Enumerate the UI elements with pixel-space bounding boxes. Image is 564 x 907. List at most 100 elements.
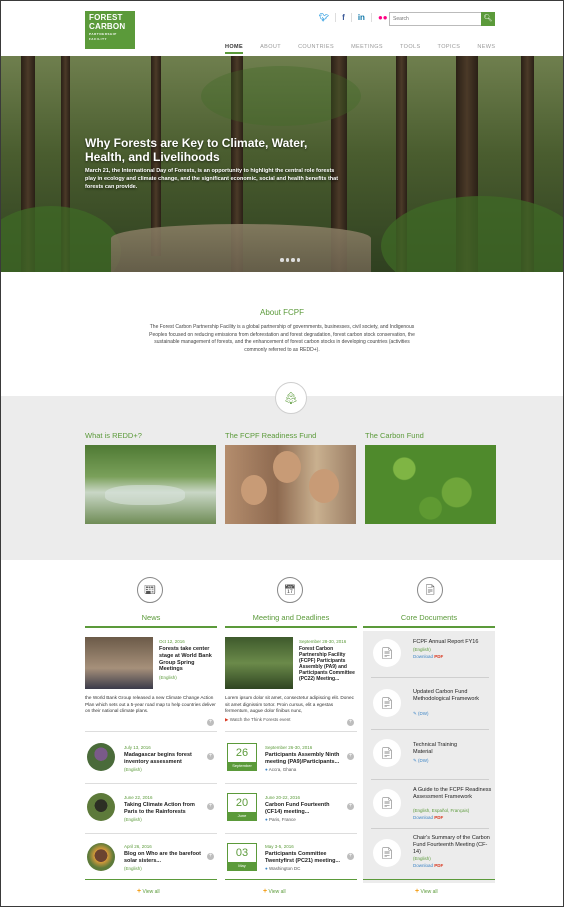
news-view-all[interactable]: + View all xyxy=(137,888,160,895)
news-lang[interactable]: (English) xyxy=(124,767,142,772)
carousel-dot[interactable] xyxy=(296,258,300,262)
fcpf-logo[interactable]: FOREST CARBON PARTNERSHIP FACILITY xyxy=(85,11,135,49)
carousel-dot[interactable] xyxy=(285,258,289,262)
nav-countries[interactable]: COUNTRIES xyxy=(298,44,334,54)
doc-lang[interactable]: (English) xyxy=(413,856,431,861)
card-title-readiness-fund[interactable]: The FCPF Readiness Fund xyxy=(225,431,316,440)
readiness-fund-image[interactable] xyxy=(225,445,356,524)
hero-banner[interactable]: Why Forests are Key to Climate, Water, H… xyxy=(1,56,563,272)
news-lang[interactable]: (English) xyxy=(124,866,142,871)
news-thumb[interactable] xyxy=(87,793,115,821)
doc-download[interactable]: ✎ (DW) xyxy=(413,711,429,717)
divider xyxy=(85,731,217,732)
video-link-label: Watch the Think Forests event xyxy=(229,717,291,722)
news-heading: News xyxy=(85,613,217,628)
trees-icon: 🌲︎ xyxy=(275,382,307,414)
nav-about[interactable]: ABOUT xyxy=(260,44,281,54)
news-date: July 13, 2016 xyxy=(124,745,151,750)
expand-icon[interactable]: + xyxy=(347,719,354,726)
document-icon: 📄︎ xyxy=(417,577,443,603)
foliage xyxy=(381,196,563,272)
card-title-redd[interactable]: What is REDD+? xyxy=(85,431,142,440)
news-feature-image[interactable] xyxy=(85,637,153,689)
location-icon: ● xyxy=(265,767,268,772)
docs-view-all-label: View all xyxy=(420,889,438,895)
expand-icon[interactable]: + xyxy=(207,753,214,760)
doc-lang[interactable]: (English, Español, Français) xyxy=(413,808,469,813)
document-icon: 📄︎ xyxy=(373,839,401,867)
about-text: The Forest Carbon Partnership Facility i… xyxy=(149,324,415,353)
meeting-title[interactable]: Carbon Fund Fourteenth (CF14) meeting... xyxy=(265,802,345,816)
logo-text-carbon: CARBON xyxy=(89,21,126,31)
child-face xyxy=(273,451,301,483)
divider xyxy=(225,833,357,834)
carousel-dot[interactable] xyxy=(291,258,295,262)
child-face xyxy=(309,469,339,503)
doc-lang[interactable]: (English) xyxy=(413,647,431,652)
pencil-icon: ✎ xyxy=(413,758,417,763)
carousel-dot[interactable] xyxy=(280,258,284,262)
video-link[interactable]: ▶ Watch the Think Forests event xyxy=(225,717,291,723)
social-links: 🐦︎ f in ●● xyxy=(313,13,394,22)
carbon-fund-image[interactable] xyxy=(365,445,496,524)
nav-home[interactable]: HOME xyxy=(225,44,244,54)
expand-icon[interactable]: + xyxy=(207,803,214,810)
nav-topics[interactable]: TOPICS xyxy=(438,44,461,54)
meeting-day: 03 xyxy=(235,847,249,859)
meeting-title[interactable]: Participants Committee Twentyfirst (PC21… xyxy=(265,851,345,865)
divider xyxy=(371,779,489,780)
doc-title[interactable]: Updated Carbon Fund Methodological Frame… xyxy=(413,689,491,703)
search-input[interactable] xyxy=(390,13,482,25)
divider xyxy=(371,677,489,678)
news-thumb[interactable] xyxy=(87,743,115,771)
news-lang[interactable]: (English) xyxy=(124,817,142,822)
doc-download[interactable]: Download PDF xyxy=(413,815,443,820)
news-feature-lang[interactable]: (English) xyxy=(159,675,177,680)
meeting-feature-image[interactable] xyxy=(225,637,293,689)
expand-icon[interactable]: + xyxy=(347,853,354,860)
doc-title[interactable]: A Guide to the FCPF Readiness Assessment… xyxy=(413,787,493,801)
nav-news[interactable]: NEWS xyxy=(477,44,495,54)
divider xyxy=(371,828,489,829)
expand-icon[interactable]: + xyxy=(347,803,354,810)
news-thumb[interactable] xyxy=(87,843,115,871)
expand-icon[interactable]: + xyxy=(207,719,214,726)
twitter-icon[interactable]: 🐦︎ xyxy=(313,13,337,22)
doc-download[interactable]: Download PDF xyxy=(413,654,443,659)
news-feature-title[interactable]: Forests take center stage at World Bank … xyxy=(159,646,219,673)
plus-icon: + xyxy=(263,888,268,895)
doc-title[interactable]: FCPF Annual Report FY16 xyxy=(413,639,493,646)
expand-icon[interactable]: + xyxy=(347,753,354,760)
meeting-date: May 3-5, 2016 xyxy=(265,844,294,849)
doc-title[interactable]: Chair's Summary of the Carbon Fund Fourt… xyxy=(413,835,493,855)
facebook-icon[interactable]: f xyxy=(336,13,352,22)
site-header: FOREST CARBON PARTNERSHIP FACILITY 🐦︎ f … xyxy=(1,1,563,56)
doc-title[interactable]: Technical Training Material xyxy=(413,742,473,756)
logo-text-partnership: PARTNERSHIP xyxy=(89,32,117,36)
nav-meetings[interactable]: MEETINGS xyxy=(351,44,383,54)
meetings-view-all-label: View all xyxy=(268,889,286,895)
about-title: About FCPF xyxy=(259,308,304,317)
meetings-view-all[interactable]: + View all xyxy=(263,888,286,895)
redd-image[interactable] xyxy=(85,445,216,524)
meeting-title[interactable]: Participants Assembly Ninth meeting (PA9… xyxy=(265,752,345,766)
search-icon[interactable]: 🔍︎ xyxy=(481,12,495,26)
nav-tools[interactable]: TOOLS xyxy=(400,44,421,54)
news-title[interactable]: Madagascar begins forest inventory asses… xyxy=(124,752,204,766)
card-title-carbon-fund[interactable]: The Carbon Fund xyxy=(365,431,424,440)
linkedin-icon[interactable]: in xyxy=(352,13,372,22)
pdf-icon: PDF xyxy=(434,815,444,820)
plus-icon: + xyxy=(415,888,420,895)
docs-view-all[interactable]: + View all xyxy=(415,888,438,895)
news-title[interactable]: Blog on Who are the barefoot solar siste… xyxy=(124,851,204,865)
doc-download[interactable]: Download PDF xyxy=(413,863,443,868)
child-face xyxy=(241,475,267,505)
plus-icon: + xyxy=(137,888,142,895)
doc-download[interactable]: ✎ (DW) xyxy=(413,758,429,764)
news-title[interactable]: Taking Climate Action from Paris to the … xyxy=(124,802,206,816)
meeting-month: September xyxy=(228,762,256,770)
meeting-feature-title[interactable]: Forest Carbon Partnership Facility (FCPF… xyxy=(299,646,359,682)
expand-icon[interactable]: + xyxy=(207,853,214,860)
meeting-day: 26 xyxy=(235,747,249,759)
hero-title[interactable]: Why Forests are Key to Climate, Water, H… xyxy=(85,136,345,164)
